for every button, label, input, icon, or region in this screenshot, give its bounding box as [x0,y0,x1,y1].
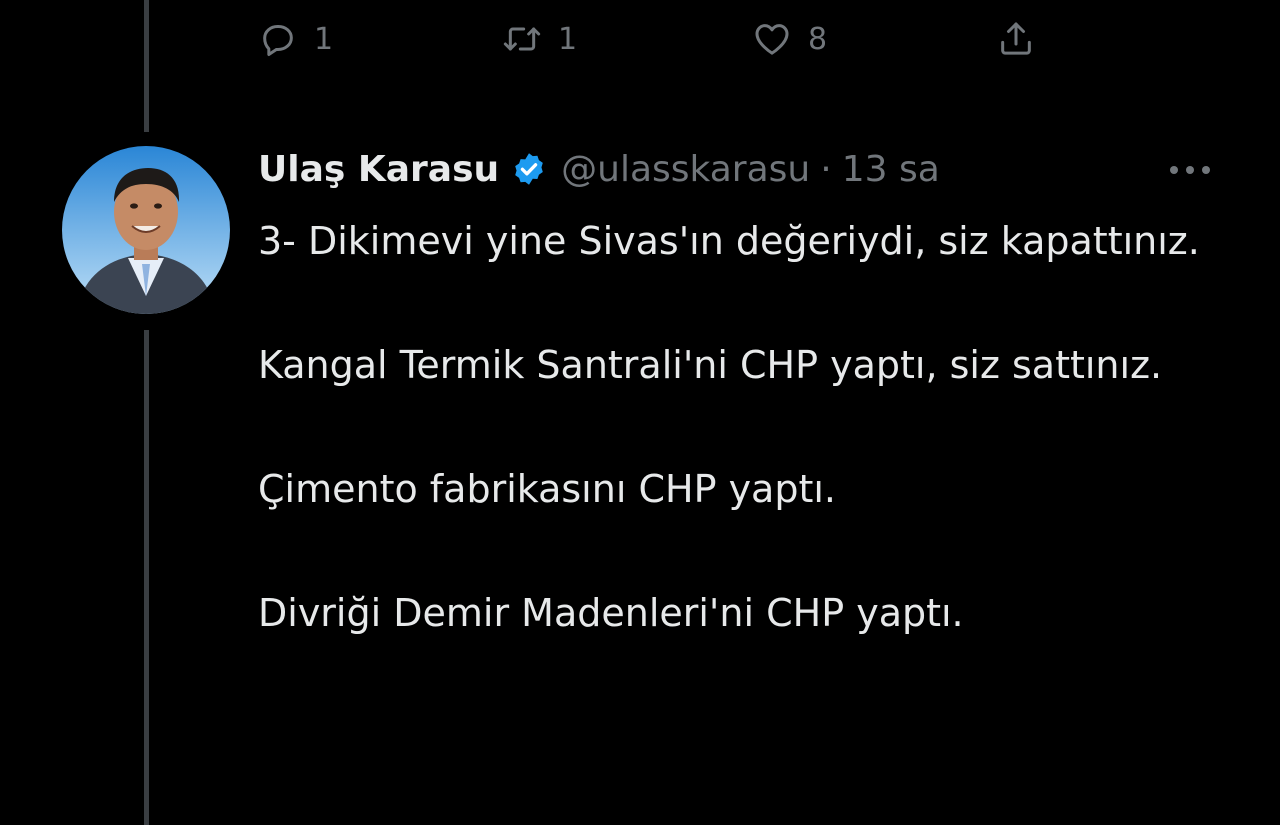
tweet-thread: 1 1 8 Ulaş Karasu @ulasskarasu · 13 sa 3… [0,0,1280,825]
tweet-paragraph: Çimento fabrikasını CHP yaptı. [258,467,836,511]
verified-badge-icon [515,153,543,185]
author-display-name[interactable]: Ulaş Karasu [258,149,499,190]
tweet-paragraph: Divriği Demir Madenleri'ni CHP yaptı. [258,591,964,635]
tweet-text: 3- Dikimevi yine Sivas'ın değeriydi, siz… [258,210,1218,706]
tweet-paragraph: Kangal Termik Santrali'ni CHP yaptı, siz… [258,343,1163,387]
reply-icon [263,25,293,56]
tweet-timestamp[interactable]: 13 sa [842,149,940,190]
retweet-button[interactable]: 1 [502,14,577,64]
profile-photo-icon [62,146,230,314]
share-button[interactable] [996,14,1036,64]
tweet-header: Ulaş Karasu @ulasskarasu · 13 sa [258,142,940,196]
ellipsis-icon [1170,166,1210,174]
avatar[interactable] [62,146,230,314]
reply-count: 1 [314,21,334,57]
previous-tweet-action-bar: 1 1 8 [0,14,1280,64]
like-button[interactable]: 8 [752,14,827,64]
more-options-button[interactable] [1166,150,1214,190]
retweet-icon [503,27,541,51]
thread-connector-line [144,330,149,825]
reply-button[interactable]: 1 [258,14,333,64]
heart-icon [755,24,789,55]
author-handle[interactable]: @ulasskarasu [561,149,810,190]
like-count: 8 [808,21,828,57]
retweet-count: 1 [558,21,578,57]
share-icon [1001,22,1031,55]
tweet-paragraph: 3- Dikimevi yine Sivas'ın değeriydi, siz… [258,219,1200,263]
header-separator: · [820,148,832,190]
